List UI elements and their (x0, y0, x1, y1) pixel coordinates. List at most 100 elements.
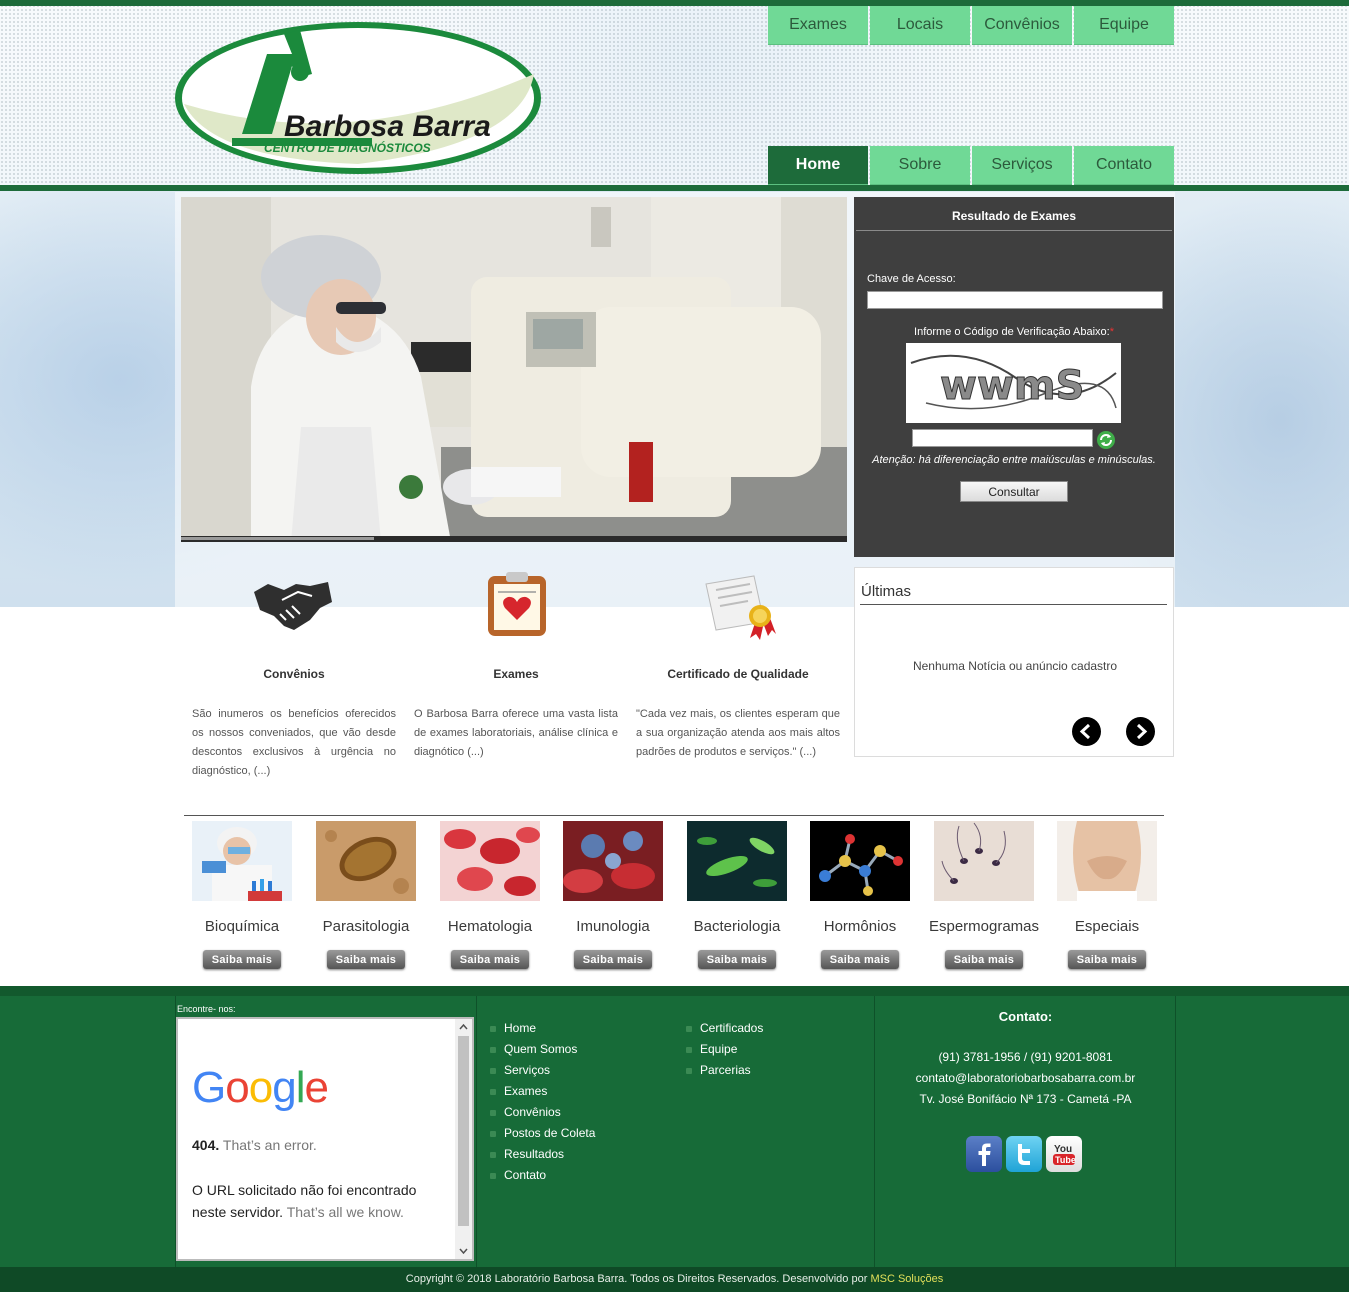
youtube-icon[interactable]: You Tube (1046, 1136, 1082, 1172)
header-divider (0, 185, 1349, 191)
scroll-down-icon[interactable] (455, 1242, 472, 1259)
footer-link-postos-de-coleta[interactable]: Postos de Coleta (490, 1126, 595, 1147)
contact-phone: (91) 3781-1956 / (91) 9201-8081 (938, 1050, 1113, 1064)
nav-home[interactable]: Home (768, 146, 868, 185)
saiba-mais-button[interactable]: Saiba mais (327, 950, 405, 969)
footer-link-home[interactable]: Home (490, 1021, 595, 1042)
access-key-label: Chave de Acesso: (867, 273, 956, 285)
captcha-code: wwmS (940, 363, 1084, 409)
feature-title: Convênios (263, 667, 325, 681)
service-espermogramas[interactable]: Espermogramas Saiba mais (929, 821, 1039, 969)
brand-logo[interactable]: Barbosa Barra CENTRO DE DIAGNÓSTICOS (172, 14, 547, 178)
captcha-input[interactable] (912, 429, 1093, 447)
logo-brand-text: Barbosa Barra (284, 110, 491, 143)
news-next-button[interactable] (1126, 717, 1155, 746)
service-name: Bacteriologia (693, 918, 781, 935)
service-hematologia[interactable]: Hematologia Saiba mais (440, 821, 540, 969)
service-bacteriologia[interactable]: Bacteriologia Saiba mais (687, 821, 787, 969)
bioquimica-thumbnail[interactable] (192, 821, 292, 901)
saiba-mais-button[interactable]: Saiba mais (945, 950, 1023, 969)
footer-link-convenios[interactable]: Convênios (490, 1105, 595, 1126)
case-sensitivity-note: Atenção: há diferenciação entre maiúscul… (872, 454, 1156, 466)
news-title: Últimas (861, 583, 912, 600)
map-error-message: O URL solicitado não foi encontrado nest… (192, 1179, 442, 1223)
footer-top-bar (0, 986, 1349, 996)
captcha-image: wwmS (906, 343, 1121, 423)
footer-link-equipe[interactable]: Equipe (686, 1042, 763, 1063)
footer-link-parcerias[interactable]: Parcerias (686, 1063, 763, 1084)
news-empty-message: Nenhuma Notícia ou anúncio cadastro (912, 659, 1118, 673)
footer-link-resultados[interactable]: Resultados (490, 1147, 595, 1168)
nav-contato[interactable]: Contato (1074, 146, 1174, 185)
map-scroll-thumb[interactable] (458, 1036, 469, 1226)
nav-convenios[interactable]: Convênios (972, 6, 1072, 45)
service-bioquimica[interactable]: Bioquímica Saiba mais (192, 821, 292, 969)
refresh-captcha-icon[interactable] (1096, 430, 1116, 450)
exam-title-divider (856, 230, 1172, 231)
bacteriologia-thumbnail[interactable] (687, 821, 787, 901)
clipboard-heart-icon (476, 570, 556, 642)
service-imunologia[interactable]: Imunologia Saiba mais (563, 821, 663, 969)
footer-links-main: Home Quem Somos Serviços Exames Convênio… (490, 1021, 595, 1189)
hormonios-thumbnail[interactable] (810, 821, 910, 901)
service-name: Hematologia (447, 918, 533, 935)
map-scrollbar[interactable] (455, 1019, 472, 1259)
feature-title: Exames (493, 667, 539, 681)
saiba-mais-button[interactable]: Saiba mais (698, 950, 776, 969)
youtube-logo-you: You (1054, 1144, 1072, 1155)
footer-column-divider (1175, 996, 1176, 1267)
especiais-thumbnail[interactable] (1057, 821, 1157, 901)
news-prev-button[interactable] (1072, 717, 1101, 746)
hematologia-thumbnail[interactable] (440, 821, 540, 901)
logo-tagline-text: CENTRO DE DIAGNÓSTICOS (264, 140, 431, 155)
saiba-mais-button[interactable]: Saiba mais (821, 950, 899, 969)
service-name: Imunologia (576, 918, 650, 935)
lab-technician-photo (181, 197, 847, 542)
map-embed[interactable]: Google 404. That’s an error. O URL solic… (176, 1017, 474, 1261)
contact-email[interactable]: contato@laboratoriobarbosabarra.com.br (876, 1071, 1175, 1085)
service-parasitologia[interactable]: Parasitologia Saiba mais (316, 821, 416, 969)
exam-results-panel: Resultado de Exames Chave de Acesso: Inf… (854, 197, 1174, 557)
developer-link[interactable]: MSC Soluções (870, 1273, 943, 1285)
service-hormonios[interactable]: Hormônios Saiba mais (810, 821, 910, 969)
footer-link-servicos[interactable]: Serviços (490, 1063, 595, 1084)
footer: Encontre- nos: Google 404. That’s an err… (0, 986, 1349, 1292)
error-code-text: That’s an error. (222, 1137, 317, 1153)
nav-servicos[interactable]: Serviços (972, 146, 1072, 185)
footer-link-exames[interactable]: Exames (490, 1084, 595, 1105)
captcha-label: Informe o Código de Verificação Abaixo:* (854, 326, 1174, 338)
slider-progress-bar (181, 537, 374, 540)
saiba-mais-button[interactable]: Saiba mais (451, 950, 529, 969)
saiba-mais-button[interactable]: Saiba mais (203, 950, 281, 969)
consult-button[interactable]: Consultar (960, 481, 1068, 502)
scroll-up-icon[interactable] (455, 1019, 472, 1036)
saiba-mais-button[interactable]: Saiba mais (574, 950, 652, 969)
chevron-right-icon (1136, 723, 1148, 740)
access-key-input[interactable] (867, 291, 1163, 309)
twitter-icon[interactable] (1006, 1136, 1042, 1172)
espermogramas-thumbnail[interactable] (934, 821, 1034, 901)
nav-locais[interactable]: Locais (870, 6, 970, 45)
saiba-mais-button[interactable]: Saiba mais (1068, 950, 1146, 969)
footer-link-quem-somos[interactable]: Quem Somos (490, 1042, 595, 1063)
imunologia-thumbnail[interactable] (563, 821, 663, 901)
nav-sobre[interactable]: Sobre (870, 146, 970, 185)
required-mark: * (1109, 326, 1114, 338)
service-especiais[interactable]: Especiais Saiba mais (1057, 821, 1157, 969)
map-error-code: 404. That’s an error. (192, 1137, 317, 1153)
contact-address: Tv. José Bonifácio Nª 173 - Cametá -PA (919, 1092, 1132, 1106)
nav-bottom: Home Sobre Serviços Contato (768, 146, 1174, 185)
footer-link-certificados[interactable]: Certificados (686, 1021, 763, 1042)
nav-equipe[interactable]: Equipe (1074, 6, 1174, 45)
services-divider (184, 815, 1164, 816)
footer-column-divider (874, 996, 875, 1267)
parasitologia-thumbnail[interactable] (316, 821, 416, 901)
facebook-icon[interactable] (966, 1136, 1002, 1172)
image-slider[interactable] (181, 197, 847, 542)
service-name: Bioquímica (204, 918, 280, 935)
exam-panel-title: Resultado de Exames (951, 209, 1077, 223)
handshake-icon (254, 570, 334, 642)
footer-link-contato[interactable]: Contato (490, 1168, 595, 1189)
contact-title: Contato: (998, 1009, 1053, 1024)
nav-exames[interactable]: Exames (768, 6, 868, 45)
